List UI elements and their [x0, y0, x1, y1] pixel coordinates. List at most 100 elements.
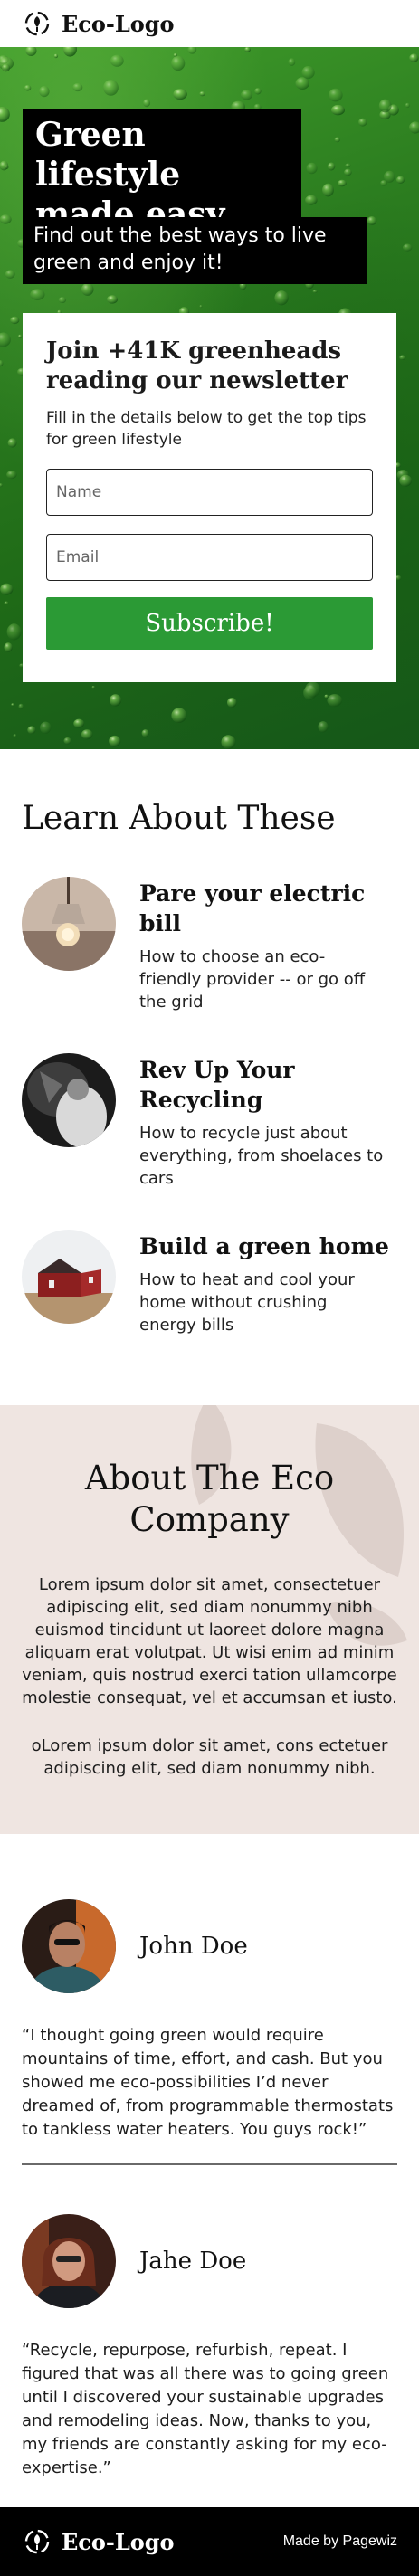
water-drop [72, 82, 83, 92]
hero-subtitle: Find out the best ways to live green and… [23, 217, 367, 284]
recycle-leaf-icon [24, 11, 50, 36]
water-drop [109, 735, 121, 747]
water-drop [53, 53, 59, 59]
made-by-link[interactable]: Made by Pagewiz [283, 2533, 397, 2550]
water-drop [39, 86, 50, 98]
water-drop [4, 601, 9, 605]
learn-item-text: Pare your electric bill How to choose an… [139, 877, 397, 1013]
learn-item-recycling[interactable]: Rev Up Your Recycling How to recycle jus… [22, 1053, 397, 1190]
water-drop [11, 703, 14, 707]
water-drop [358, 118, 367, 127]
testimonial-card: John Doe “I thought going green would re… [22, 1899, 397, 2142]
water-drop [403, 243, 413, 252]
water-drop [58, 297, 66, 304]
learn-item-title: Rev Up Your Recycling [139, 1057, 295, 1113]
testimonial-person: Jahe Doe [22, 2214, 397, 2308]
about-paragraph-1: Lorem ipsum dolor sit amet, consectetuer… [22, 1575, 397, 1707]
subscribe-button[interactable]: Subscribe! [46, 597, 373, 650]
water-drop [221, 735, 236, 749]
water-drop [345, 163, 351, 168]
water-drop [0, 332, 11, 347]
avatar [22, 1899, 116, 1993]
testimonial-quote: “I thought going green would require mou… [22, 2026, 394, 2139]
water-drop [312, 290, 318, 293]
water-drop [226, 698, 237, 708]
water-drop [305, 681, 320, 698]
learn-item-description: How to recycle just about everything, fr… [139, 1124, 384, 1188]
water-drop [143, 99, 151, 108]
logo-text: Eco-Logo [62, 10, 175, 37]
recycle-leaf-icon [24, 2529, 50, 2554]
water-drop [0, 107, 10, 122]
testimonial-name: Jahe Doe [139, 2248, 247, 2275]
site-header: Eco-Logo [0, 0, 419, 47]
learn-item-description: How to choose an eco-friendly provider -… [139, 947, 366, 1012]
water-drop [409, 121, 419, 134]
water-drop [24, 84, 32, 91]
newsletter-card: Join +41K greenheads reading our newslet… [23, 313, 396, 682]
water-drop [399, 474, 413, 487]
testimonial-quote: “Recycle, repurpose, refurbish, repeat. … [22, 2341, 389, 2477]
about-paragraph-2: oLorem ipsum dolor sit amet, cons ectetu… [31, 1736, 388, 1778]
water-drop [301, 66, 315, 80]
water-drop [6, 471, 17, 480]
water-drop [13, 734, 17, 737]
learn-section: Learn About These Pare your electric bil… [0, 749, 419, 1355]
logo[interactable]: Eco-Logo [22, 8, 175, 39]
water-drop [18, 334, 23, 339]
learn-item-green-home[interactable]: Build a green home How to heat and cool … [22, 1230, 397, 1336]
learn-item-text: Build a green home How to heat and cool … [139, 1230, 389, 1336]
testimonial-person: John Doe [22, 1899, 397, 1993]
water-drop [81, 729, 93, 740]
water-drop [62, 47, 77, 57]
water-drop [81, 282, 94, 296]
about-title: About The Eco Company [84, 1459, 335, 1539]
testimonial-card: Jahe Doe “Recycle, repurpose, refurbish,… [22, 2214, 397, 2480]
water-drop [0, 360, 4, 367]
water-drop [91, 686, 96, 689]
water-drop [378, 99, 392, 113]
water-drop [327, 162, 336, 171]
water-drop [103, 80, 119, 96]
water-drop [199, 91, 205, 97]
water-drop [331, 104, 345, 116]
water-drop [334, 137, 340, 143]
water-drop [30, 289, 45, 300]
water-drop [318, 721, 329, 733]
learn-item-electric[interactable]: Pare your electric bill How to choose an… [22, 877, 397, 1013]
testimonial-name: John Doe [139, 1933, 248, 1960]
avatar [22, 2214, 116, 2308]
red-house-photo [22, 1230, 116, 1324]
water-drop [380, 180, 387, 186]
water-drop [244, 47, 251, 52]
water-drop [4, 642, 13, 652]
water-drop [254, 88, 262, 95]
water-drop [288, 58, 296, 66]
water-drop [18, 703, 24, 709]
water-drop [110, 694, 122, 707]
water-drop [1, 63, 11, 72]
water-drop [409, 53, 419, 62]
water-drop [5, 270, 15, 279]
water-drop [63, 737, 71, 745]
water-drop [0, 214, 12, 224]
hero-section: Green lifestyle made easy Find out the b… [0, 47, 419, 749]
water-drop [171, 55, 186, 71]
water-drop [110, 54, 124, 67]
water-drop [171, 708, 187, 723]
water-drop [338, 179, 347, 187]
testimonial-divider [22, 2163, 397, 2165]
name-input[interactable] [46, 469, 373, 516]
water-drop [10, 316, 20, 325]
water-drop [327, 694, 343, 708]
email-input[interactable] [46, 534, 373, 581]
water-drop [295, 77, 309, 90]
footer-logo[interactable]: Eco-Logo [22, 2526, 175, 2557]
water-drop [107, 295, 119, 304]
learn-item-description: How to heat and cool your home without c… [139, 1270, 355, 1335]
newsletter-description: Fill in the details below to get the top… [46, 409, 367, 449]
water-drop [305, 195, 318, 205]
water-drop [141, 729, 149, 737]
water-drop [241, 90, 253, 100]
water-drop [27, 726, 36, 735]
